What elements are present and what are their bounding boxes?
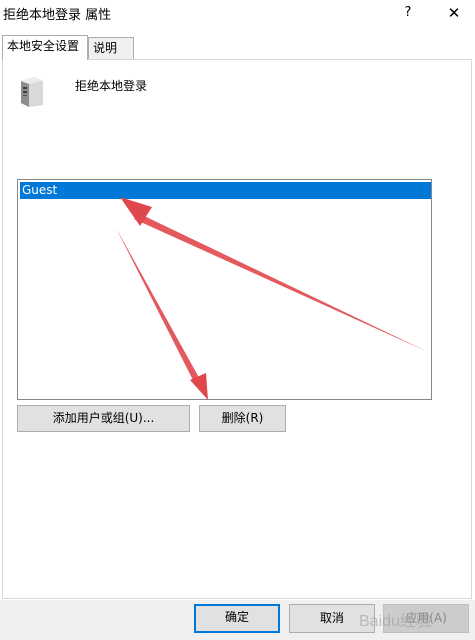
policy-name: 拒绝本地登录 bbox=[75, 79, 148, 93]
list-item-label: Guest bbox=[22, 183, 58, 197]
add-user-or-group-button[interactable]: 添加用户或组(U)... bbox=[17, 405, 190, 432]
server-icon bbox=[21, 77, 43, 107]
tab-explain[interactable]: 说明 bbox=[88, 37, 134, 59]
tab-label: 本地安全设置 bbox=[7, 39, 80, 53]
accounts-listbox[interactable]: Guest bbox=[17, 179, 432, 400]
tab-local-security-setting[interactable]: 本地安全设置 bbox=[2, 35, 88, 60]
watermark-text: Baidu经验 bbox=[359, 612, 432, 630]
window-title: 拒绝本地登录 属性 bbox=[3, 8, 112, 23]
remove-button[interactable]: 删除(R) bbox=[199, 405, 286, 432]
ok-button[interactable]: 确定 bbox=[194, 604, 280, 633]
close-button[interactable]: ✕ bbox=[442, 2, 466, 24]
help-button[interactable]: ? bbox=[396, 2, 420, 24]
list-item[interactable]: Guest bbox=[20, 182, 431, 199]
tab-label: 说明 bbox=[93, 41, 118, 55]
watermark: Baidu经验 bbox=[359, 612, 432, 630]
title-bar: 拒绝本地登录 属性 ? ✕ bbox=[0, 0, 475, 28]
